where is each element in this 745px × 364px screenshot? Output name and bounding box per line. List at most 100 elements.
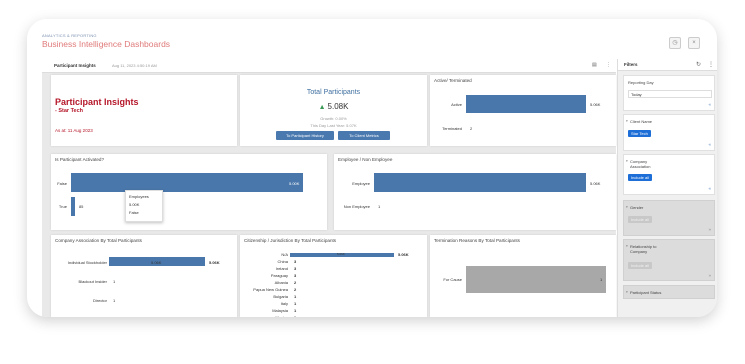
chevron-down-icon[interactable]: ▾ xyxy=(626,290,628,294)
bar-value: 1 xyxy=(113,279,116,284)
clock-icon[interactable]: ◷ xyxy=(669,37,681,49)
bar-value: 5.06K xyxy=(209,260,220,265)
collapse-icon[interactable]: « xyxy=(708,102,711,107)
filters-panel: Filters ↻ ⋮ Reporting Day Today « ▾ Clie… xyxy=(617,59,717,317)
bar-label: True xyxy=(58,204,67,209)
breadcrumb[interactable]: ANALYTICS & REPORTING xyxy=(42,33,97,38)
bar-label: Non Employee xyxy=(343,204,370,209)
more-icon[interactable]: ⋮ xyxy=(708,61,714,68)
insights-subtitle: - Star Tech xyxy=(55,108,84,114)
filters-header: Filters ↻ ⋮ xyxy=(618,59,717,71)
filter-label: Client Name xyxy=(630,119,653,124)
chevron-down-icon[interactable]: ▾ xyxy=(626,159,628,163)
app-window: ANALYTICS & REPORTING Business Intellige… xyxy=(27,19,717,317)
company-association-tag[interactable]: Include all xyxy=(628,174,653,181)
citizenship-card: Citizenship / Jurisdiction By Total Part… xyxy=(240,235,427,317)
insights-card: Participant Insights - Star Tech As at: … xyxy=(51,75,237,146)
bar-value: 1 xyxy=(294,315,296,317)
bar-label: Italy xyxy=(280,301,288,306)
bar-value: 5.06K xyxy=(590,102,601,107)
bar-value: 1 xyxy=(294,308,297,313)
bar-label: Terminated xyxy=(442,126,462,131)
refresh-icon[interactable]: ↻ xyxy=(696,61,701,68)
filter-label: Relationship to Company xyxy=(630,244,657,254)
termination-title: Termination Reasons By Total Participant… xyxy=(434,238,520,243)
dashboard-area: Participant Insights Aug 11, 2023 4:50:1… xyxy=(42,59,616,317)
reporting-day-filter: Reporting Day Today « xyxy=(623,75,715,111)
active-terminated-title: Active/ Terminated xyxy=(434,78,472,83)
bar-value: 1 xyxy=(294,301,297,306)
bar-value: 85 xyxy=(78,204,84,209)
app-header: ANALYTICS & REPORTING Business Intellige… xyxy=(27,19,717,59)
collapse-icon[interactable]: « xyxy=(708,186,711,191)
bar-label: N/A xyxy=(281,252,288,257)
bar-value: 1 xyxy=(378,204,381,209)
employee-bar[interactable] xyxy=(374,173,586,192)
client-name-tag[interactable]: Star Tech xyxy=(628,130,651,137)
gender-tag[interactable]: Include all xyxy=(628,216,653,223)
close-icon[interactable]: × xyxy=(688,37,700,49)
participant-status-filter: ▾ Participant Status xyxy=(623,285,715,299)
last-year-text: This Day Last Year: 5.07K xyxy=(310,123,357,128)
total-participants-value: ▲ 5.08K xyxy=(240,102,427,111)
employee-card: Employee / Non Employee Employee 5.06K N… xyxy=(334,154,616,230)
bar-value: 5.00K xyxy=(289,181,300,186)
dashboard-toolbar: Participant Insights Aug 11, 2023 4:50:1… xyxy=(42,59,616,73)
bar-value: 5.06K xyxy=(398,252,409,257)
reporting-day-select[interactable]: Today xyxy=(628,90,712,98)
bar-value: 3 xyxy=(294,266,297,271)
client-metrics-button[interactable]: To Client Metrics xyxy=(338,131,390,140)
active-bar[interactable] xyxy=(466,95,586,113)
false-bar[interactable] xyxy=(71,173,303,192)
bar-label: Individual Stockholder xyxy=(67,260,107,265)
bar-value: 1 xyxy=(113,298,116,303)
activated-title: Is Participant Activated? xyxy=(55,157,105,162)
dashboard-title: Participant Insights xyxy=(54,63,96,68)
expand-icon[interactable]: » xyxy=(708,227,711,232)
termination-card: Termination Reasons By Total Participant… xyxy=(430,235,616,317)
collapse-icon[interactable]: « xyxy=(708,142,711,147)
total-participants-card: Total Participants ▲ 5.08K Growth: 0.00% … xyxy=(240,75,427,146)
page-title: Business Intelligence Dashboards xyxy=(42,39,171,49)
total-value-text: 5.08K xyxy=(327,102,349,111)
bar-value: 1 xyxy=(294,294,297,299)
bar-label: Albania xyxy=(274,280,288,285)
relationship-tag[interactable]: Include all xyxy=(628,262,653,269)
bar-label: False xyxy=(57,181,67,186)
for-cause-bar[interactable] xyxy=(466,266,606,293)
participant-history-button[interactable]: To Participant History xyxy=(276,131,334,140)
company-association-card: Company Association By Total Participant… xyxy=(51,235,237,317)
bar-value: 3 xyxy=(294,273,297,278)
chart-tooltip: Employees 5.00K False xyxy=(125,190,163,222)
bar-label: Papua New Guinea xyxy=(253,287,288,292)
as-at-date: As at: 11 Aug 2023 xyxy=(55,128,93,133)
more-icon[interactable]: ⋮ xyxy=(606,62,611,68)
bar-value: 2 xyxy=(294,287,297,292)
true-bar[interactable] xyxy=(71,197,75,216)
expand-icon[interactable]: » xyxy=(708,273,711,278)
active-terminated-card: Active/ Terminated Active 5.06K Terminat… xyxy=(430,75,616,146)
gender-filter: ▾ Gender Include all » xyxy=(623,200,715,236)
growth-text: Growth: 0.00% xyxy=(320,116,347,121)
chevron-down-icon[interactable]: ▾ xyxy=(626,119,628,123)
bar-label: Active xyxy=(451,102,462,107)
relationship-filter: ▾ Relationship to Company Include all » xyxy=(623,239,715,281)
company-association-filter: ▾ Company Association Include all « xyxy=(623,154,715,195)
bar-label: Mexico xyxy=(242,315,288,317)
bar-label: Ireland xyxy=(275,266,288,271)
bar-value: 3 xyxy=(294,259,297,264)
table-icon[interactable]: ▤ xyxy=(592,62,597,68)
tooltip-series: Employees xyxy=(129,194,149,199)
bar-label: Director xyxy=(92,298,107,303)
bar-value: 1 xyxy=(600,277,603,282)
chevron-down-icon[interactable]: ▾ xyxy=(626,205,628,209)
filter-label: Gender xyxy=(630,205,644,210)
company-association-title: Company Association By Total Participant… xyxy=(55,238,142,243)
bar-label: China xyxy=(277,259,288,264)
chevron-down-icon[interactable]: ▾ xyxy=(626,244,628,248)
bar-label: Malaysia xyxy=(272,308,288,313)
bar-value: 2 xyxy=(294,280,297,285)
bar-label: Paraguay xyxy=(270,273,288,278)
filters-title: Filters xyxy=(624,62,638,67)
employee-title: Employee / Non Employee xyxy=(338,157,393,162)
